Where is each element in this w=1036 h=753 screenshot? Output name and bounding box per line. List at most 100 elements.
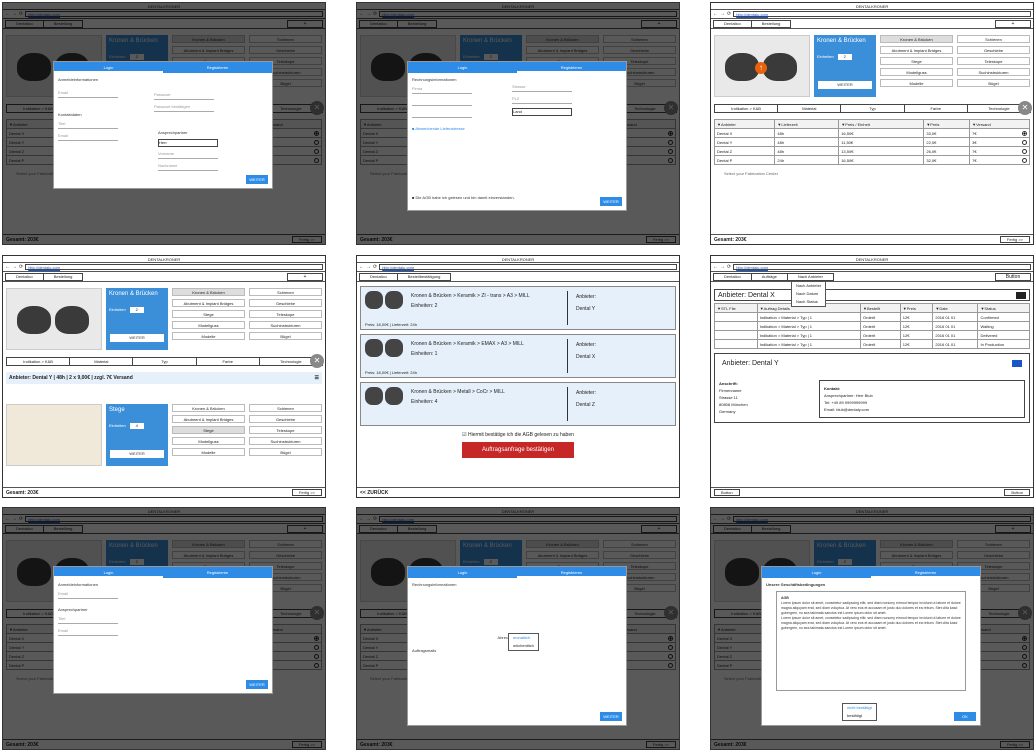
modal-tab[interactable]: Login xyxy=(762,567,871,578)
title-field[interactable]: Titel xyxy=(58,121,118,129)
weiter-button[interactable]: WEITER xyxy=(246,680,268,689)
option-button[interactable]: Suchinstrukturen xyxy=(957,68,1030,76)
reload-icon[interactable]: ⟳ xyxy=(727,264,731,270)
step-item[interactable]: Farbe xyxy=(195,356,260,366)
option-button[interactable]: Modelle xyxy=(172,448,245,456)
breadcrumb-item[interactable]: Dentalico xyxy=(5,272,44,281)
table-row[interactable]: Indikation > Material > Typ | 1 Orderlt 12… xyxy=(714,321,1030,331)
radio-button[interactable] xyxy=(1022,130,1027,136)
breadcrumb-item[interactable]: Nach Anbieter xyxy=(786,272,834,281)
weiter-button[interactable]: WEITER xyxy=(600,197,622,206)
step-item[interactable]: Material xyxy=(69,356,134,366)
sort-option[interactable]: Nach Status xyxy=(796,298,821,306)
url-field[interactable]: http://dentalu.com xyxy=(733,11,1031,17)
option-button[interactable]: Modelle xyxy=(172,332,245,340)
column-header[interactable]: ▼Versand xyxy=(969,119,1030,129)
option-button[interactable]: Stege xyxy=(172,426,245,434)
option-not-accepted[interactable]: nicht bestätigt xyxy=(847,704,872,712)
step-item[interactable]: Material xyxy=(777,103,842,113)
close-icon[interactable]: ✕ xyxy=(310,354,324,368)
email-field[interactable]: Email xyxy=(58,90,118,98)
breadcrumb-item[interactable]: Bestellbestätigung xyxy=(396,272,452,281)
modal-tab[interactable]: Registrieren xyxy=(517,567,626,578)
ust-field[interactable] xyxy=(412,110,472,118)
radio-button[interactable] xyxy=(1022,157,1027,163)
sort-option[interactable]: Nach Datum xyxy=(796,290,821,298)
step-item[interactable]: Typ xyxy=(132,356,197,366)
sort-option[interactable]: Nach Anbieter xyxy=(796,282,821,290)
breadcrumb-item[interactable]: Bestellung xyxy=(750,19,792,28)
option-button[interactable]: Modellguss xyxy=(172,437,245,445)
forward-icon[interactable]: → xyxy=(12,264,17,270)
option-accepted[interactable]: bestätigt xyxy=(847,712,872,720)
url-field[interactable]: http://dentalu.com xyxy=(379,264,677,270)
option-button[interactable]: Abutment & Implant Bridges xyxy=(172,415,245,423)
option-button[interactable]: Teleskope xyxy=(249,426,322,434)
close-icon[interactable]: ✕ xyxy=(1018,101,1032,115)
done-button[interactable]: Fertig >> xyxy=(999,236,1030,243)
option-button[interactable]: Geschiebe xyxy=(249,415,322,423)
footer-button[interactable]: Button xyxy=(1004,489,1030,496)
forward-icon[interactable]: → xyxy=(366,264,371,270)
column-header[interactable]: ▼STL File xyxy=(714,303,758,313)
radio-button[interactable] xyxy=(1022,139,1027,145)
option-button[interactable]: Bügel xyxy=(249,448,322,456)
name-field[interactable] xyxy=(412,98,472,106)
modal-tab[interactable]: Registrieren xyxy=(871,567,980,578)
option-weekly[interactable]: wöchentlich xyxy=(513,642,534,650)
option-button[interactable]: Stege xyxy=(172,310,245,318)
table-row[interactable]: Indikation > Material > Typ | 1 Orderlt 12… xyxy=(714,312,1030,322)
option-button[interactable]: Abutment & Implant Bridges xyxy=(880,46,953,54)
url-field[interactable]: http://dentalu.com xyxy=(25,264,323,270)
option-button[interactable]: Teleskope xyxy=(249,310,322,318)
modal-tab[interactable]: Login xyxy=(54,567,163,578)
breadcrumb-item[interactable]: Bestellung xyxy=(42,272,84,281)
table-row[interactable]: Indikation > Material > Typ | 1 Orderlt 12… xyxy=(714,339,1030,349)
company-field[interactable]: Firma xyxy=(412,86,472,94)
option-button[interactable]: Abutment & Implant Bridges xyxy=(172,299,245,307)
step-item[interactable]: Indikation > K&B xyxy=(6,356,71,366)
back-icon[interactable]: ← xyxy=(713,264,718,270)
top-button[interactable]: Button xyxy=(995,273,1031,281)
table-row[interactable]: Dental Y48h11,50€22,0€3€ xyxy=(713,137,1030,147)
column-header[interactable]: ▼Bestellt xyxy=(860,303,901,313)
quantity-stepper[interactable]: 2 xyxy=(837,54,852,60)
option-button[interactable]: Kronen & Brücken xyxy=(172,288,245,296)
option-button[interactable]: Modellguss xyxy=(880,68,953,76)
option-button[interactable]: Teleskope xyxy=(957,57,1030,65)
option-button[interactable]: Schienen xyxy=(249,288,322,296)
option-button[interactable]: Suchinstrukturen xyxy=(249,321,322,329)
column-header[interactable]: ▼Preis xyxy=(899,303,934,313)
step-item[interactable]: Indikation > K&B xyxy=(714,103,779,113)
weiter-button[interactable]: WEITER xyxy=(246,175,268,184)
reload-icon[interactable]: ⟳ xyxy=(373,264,377,270)
table-row[interactable]: Dental Z48h13,50€26,0€7€ xyxy=(713,146,1030,156)
quantity-stepper[interactable]: 4 xyxy=(129,423,144,429)
reload-icon[interactable]: ⟳ xyxy=(727,11,731,17)
forward-icon[interactable]: → xyxy=(720,11,725,17)
agb-checkbox[interactable]: ■ Die AGB habe ich gelesen und bin damit… xyxy=(408,191,519,204)
contact-icon[interactable] xyxy=(1012,360,1022,367)
salutation-select[interactable]: Herr xyxy=(158,139,218,147)
column-header[interactable]: ▼Preis xyxy=(923,119,971,129)
modal-tab[interactable]: Registrieren xyxy=(517,62,626,73)
contact-icon[interactable] xyxy=(1016,292,1026,299)
option-button[interactable]: Suchinstrukturen xyxy=(249,437,322,445)
street-field[interactable]: Strasse xyxy=(512,84,572,92)
weiter-button[interactable]: WEITER xyxy=(110,334,164,342)
option-button[interactable]: Bügel xyxy=(249,332,322,340)
breadcrumb-item[interactable]: Dentalico xyxy=(713,19,752,28)
password-confirm-field[interactable]: Passwort bestätigen xyxy=(154,104,214,112)
option-button[interactable]: Modelle xyxy=(880,79,953,87)
reload-icon[interactable]: ⟳ xyxy=(19,264,23,270)
password-field[interactable]: Passwort xyxy=(154,92,214,100)
zip-field[interactable]: PLZ xyxy=(512,96,572,104)
column-header[interactable]: ▼Preis / Einheit xyxy=(838,119,925,129)
back-icon[interactable]: ← xyxy=(5,264,10,270)
table-row[interactable]: Dental X48h16,50€33,0€7€ xyxy=(713,128,1030,138)
add-button[interactable]: + xyxy=(995,20,1031,28)
back-icon[interactable]: ← xyxy=(713,11,718,17)
add-button[interactable]: + xyxy=(287,273,323,281)
email-field[interactable]: Email xyxy=(58,133,118,141)
breadcrumb-item[interactable]: Dentalico xyxy=(359,272,398,281)
